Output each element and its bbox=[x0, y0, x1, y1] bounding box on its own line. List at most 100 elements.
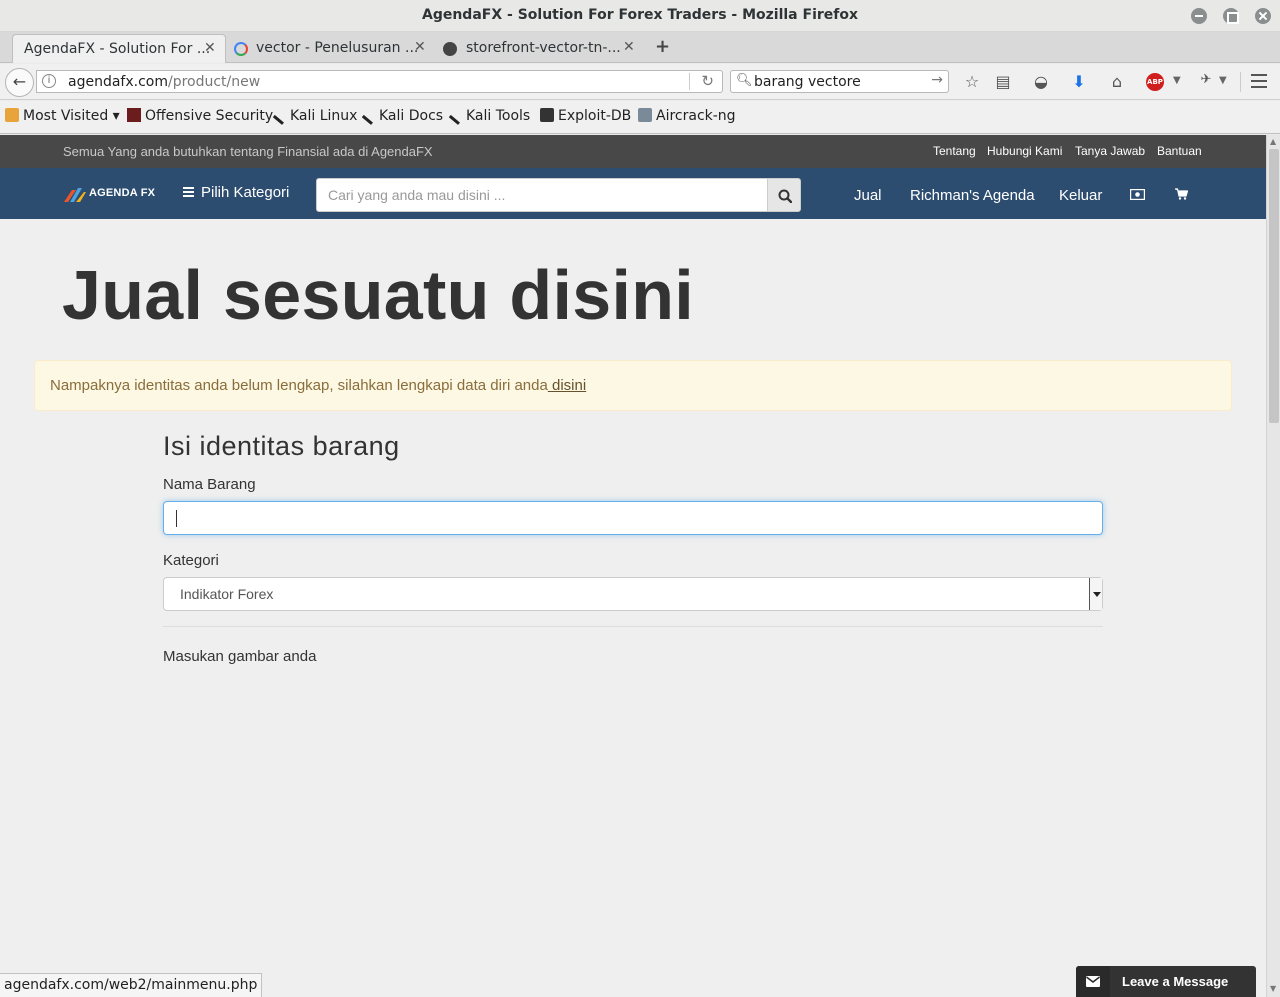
site-search-button[interactable] bbox=[767, 178, 801, 212]
close-tab-icon[interactable]: ✕ bbox=[623, 39, 635, 55]
page-scrollbar[interactable]: ▲ ▼ bbox=[1266, 135, 1280, 997]
category-select[interactable]: Indikator Forex bbox=[163, 577, 1103, 611]
leave-message-widget[interactable]: Leave a Message bbox=[1076, 966, 1256, 997]
url-bar[interactable]: i agendafx.com/product/new ↻ bbox=[36, 70, 723, 93]
bookmark-label: Kali Docs bbox=[379, 108, 444, 124]
maximize-icon[interactable] bbox=[1223, 8, 1239, 24]
kali-dragon-icon bbox=[448, 111, 464, 125]
category-selected-value: Indikator Forex bbox=[180, 586, 274, 602]
page-title: Jual sesuatu disini bbox=[62, 256, 695, 334]
text-cursor bbox=[176, 510, 177, 527]
alert-text: Nampaknya identitas anda belum lengkap, … bbox=[50, 377, 548, 394]
reload-icon[interactable]: ↻ bbox=[701, 72, 714, 90]
adblock-dropdown-icon[interactable]: ▼ bbox=[1173, 75, 1181, 86]
product-form: Isi identitas barang Nama Barang Kategor… bbox=[163, 431, 1103, 665]
extension-icon[interactable]: ✈ bbox=[1196, 72, 1216, 87]
bookmark-kali-docs[interactable]: Kali Docs bbox=[361, 108, 444, 125]
hamburger-icon bbox=[183, 187, 194, 197]
form-title: Isi identitas barang bbox=[163, 431, 400, 461]
menu-hamburger-icon[interactable] bbox=[1251, 74, 1267, 88]
kali-dragon-icon bbox=[272, 111, 288, 125]
category-menu-button[interactable]: Pilih Kategori bbox=[183, 184, 289, 201]
bookmark-label: Offensive Security bbox=[145, 108, 274, 124]
url-path: /product/new bbox=[167, 74, 261, 90]
close-tab-icon[interactable]: ✕ bbox=[204, 40, 216, 56]
window-title: AgendaFX - Solution For Forex Traders - … bbox=[421, 7, 859, 23]
name-label: Nama Barang bbox=[163, 476, 256, 493]
form-divider bbox=[163, 626, 1103, 627]
scroll-down-icon[interactable]: ▼ bbox=[1270, 984, 1276, 993]
minimize-icon[interactable] bbox=[1191, 8, 1207, 24]
product-name-input[interactable] bbox=[163, 501, 1103, 535]
site-logo[interactable]: AGENDA FX bbox=[64, 184, 156, 204]
search-icon bbox=[778, 189, 792, 203]
back-arrow-icon[interactable]: ← bbox=[5, 68, 34, 97]
top-link-tanya-jawab[interactable]: Tanya Jawab bbox=[1075, 144, 1145, 158]
reading-list-icon[interactable]: ▤ bbox=[993, 72, 1013, 91]
category-button-label: Pilih Kategori bbox=[201, 184, 290, 201]
close-window-icon[interactable] bbox=[1255, 8, 1271, 24]
search-go-arrow-icon[interactable]: → bbox=[931, 72, 943, 88]
category-label: Kategori bbox=[163, 552, 219, 569]
agendafx-logo-icon bbox=[64, 188, 86, 202]
bookmark-most-visited[interactable]: Most Visited ▾ bbox=[5, 108, 120, 124]
adblock-plus-icon[interactable]: ABP bbox=[1146, 73, 1164, 91]
bookmark-offensive-security[interactable]: Offensive Security bbox=[127, 108, 273, 124]
extension-dropdown-icon[interactable]: ▼ bbox=[1219, 75, 1227, 86]
search-icon: 🔍︎ bbox=[736, 73, 753, 88]
bookmark-label: Exploit-DB bbox=[558, 108, 632, 124]
google-icon bbox=[234, 42, 248, 56]
tab-label: vector - Penelusuran ... bbox=[256, 40, 419, 56]
nav-link-keluar[interactable]: Keluar bbox=[1059, 187, 1102, 204]
url-text: agendafx.com/product/new bbox=[68, 74, 260, 90]
bookmark-star-icon[interactable]: ☆ bbox=[962, 72, 982, 91]
browser-search-bar[interactable]: 🔍︎ barang vectore → bbox=[730, 70, 949, 93]
tab-storefront-vector[interactable]: storefront-vector-tn-... ✕ bbox=[433, 34, 645, 63]
toolbar-divider bbox=[1240, 72, 1241, 92]
bookmark-label: Kali Linux bbox=[290, 108, 358, 124]
envelope-icon bbox=[1076, 966, 1110, 997]
close-tab-icon[interactable]: ✕ bbox=[414, 39, 426, 55]
bookmark-kali-linux[interactable]: Kali Linux bbox=[272, 108, 358, 125]
pocket-icon[interactable]: ◒ bbox=[1031, 72, 1051, 91]
site-navbar: AGENDA FX Pilih Kategori Cari yang anda … bbox=[0, 168, 1266, 219]
site-tagline: Semua Yang anda butuhkan tentang Finansi… bbox=[63, 144, 433, 159]
bookmarks-toolbar: Most Visited ▾ Offensive Security Kali L… bbox=[0, 101, 1280, 134]
scrollbar-thumb[interactable] bbox=[1269, 149, 1279, 423]
bookmark-aircrack-ng[interactable]: Aircrack-ng bbox=[638, 108, 736, 124]
nav-link-richmans-agenda[interactable]: Richman's Agenda bbox=[910, 187, 1035, 204]
chevron-down-icon[interactable] bbox=[1089, 578, 1102, 610]
site-search-input[interactable]: Cari yang anda mau disini ... bbox=[316, 178, 768, 212]
bookmark-label: Aircrack-ng bbox=[656, 108, 736, 124]
shopping-cart-icon[interactable] bbox=[1175, 188, 1188, 200]
leave-message-label: Leave a Message bbox=[1122, 974, 1229, 989]
image-upload-label: Masukan gambar anda bbox=[163, 648, 317, 665]
tab-agendafx[interactable]: AgendaFX - Solution For ... ✕ bbox=[12, 34, 226, 63]
folder-icon bbox=[5, 108, 19, 122]
bookmark-label: Kali Tools bbox=[466, 108, 531, 124]
home-icon[interactable]: ⌂ bbox=[1107, 72, 1127, 91]
money-icon[interactable] bbox=[1130, 189, 1145, 200]
download-arrow-icon[interactable]: ⬇ bbox=[1069, 72, 1089, 91]
identity-alert: Nampaknya identitas anda belum lengkap, … bbox=[34, 360, 1232, 411]
top-link-tentang[interactable]: Tentang bbox=[933, 144, 976, 158]
nav-link-jual[interactable]: Jual bbox=[854, 187, 882, 204]
top-link-hubungi-kami[interactable]: Hubungi Kami bbox=[987, 144, 1062, 158]
complete-profile-link[interactable]: disini bbox=[548, 377, 586, 394]
bookmark-label: Most Visited bbox=[23, 108, 109, 124]
url-divider bbox=[689, 73, 690, 90]
scroll-up-icon[interactable]: ▲ bbox=[1270, 137, 1276, 146]
kali-dragon-icon bbox=[361, 111, 377, 125]
top-link-bantuan[interactable]: Bantuan bbox=[1157, 144, 1202, 158]
new-tab-icon[interactable]: + bbox=[655, 36, 670, 57]
navigation-toolbar: ← i agendafx.com/product/new ↻ 🔍︎ barang… bbox=[0, 64, 1280, 100]
bookmark-kali-tools[interactable]: Kali Tools bbox=[448, 108, 531, 125]
tab-google-search[interactable]: vector - Penelusuran ... ✕ bbox=[226, 34, 433, 63]
tab-label: storefront-vector-tn-... bbox=[466, 40, 621, 56]
browser-search-value: barang vectore bbox=[754, 74, 861, 90]
info-icon[interactable]: i bbox=[42, 74, 56, 88]
status-bar: agendafx.com/web2/mainmenu.php bbox=[0, 973, 263, 997]
page-viewport: Semua Yang anda butuhkan tentang Finansi… bbox=[0, 135, 1266, 997]
site-top-strip: Semua Yang anda butuhkan tentang Finansi… bbox=[0, 135, 1266, 168]
bookmark-exploit-db[interactable]: Exploit-DB bbox=[540, 108, 631, 124]
